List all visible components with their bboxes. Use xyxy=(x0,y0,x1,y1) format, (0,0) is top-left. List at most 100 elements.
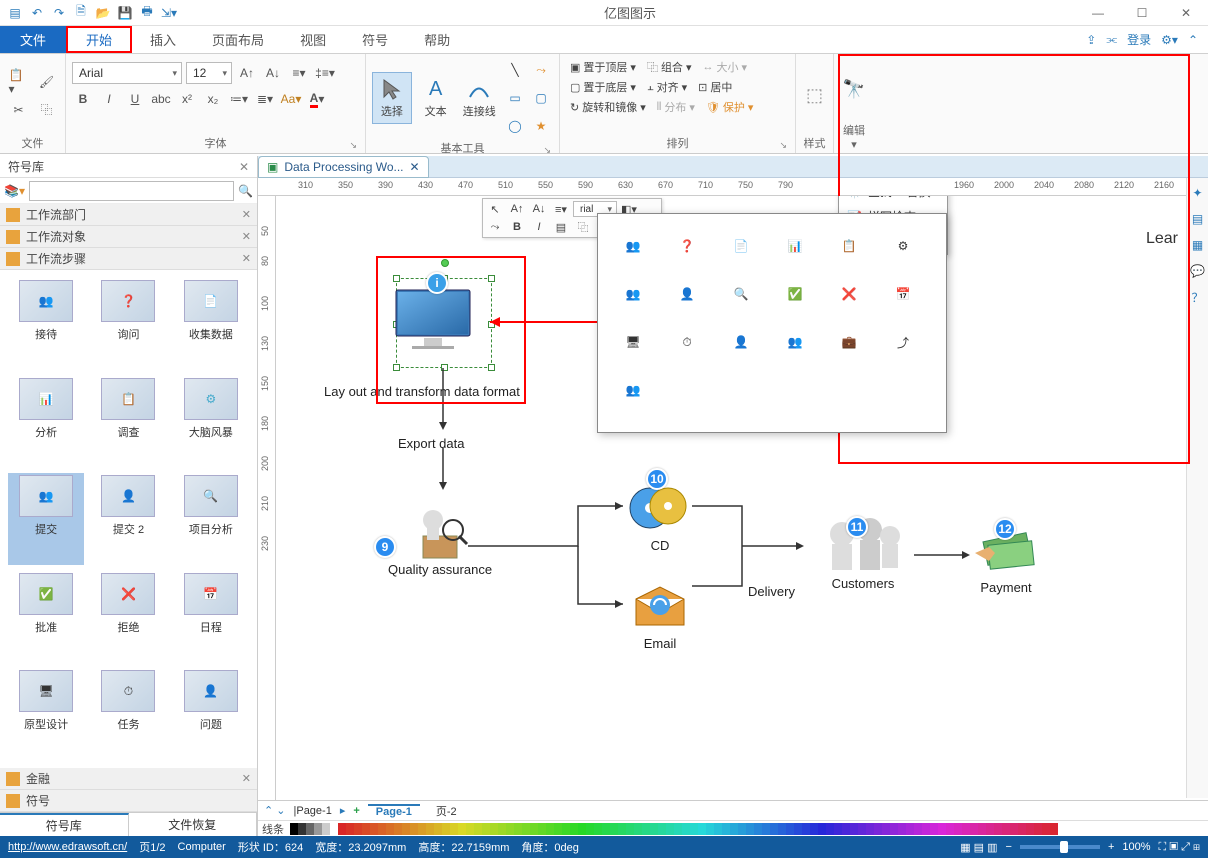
color-swatch[interactable] xyxy=(354,823,362,835)
color-swatch[interactable] xyxy=(370,823,378,835)
flyout-shape[interactable]: ⏱ xyxy=(660,318,714,366)
color-swatch[interactable] xyxy=(322,823,330,835)
rotate-button[interactable]: ↻ 旋转和镜像▾ xyxy=(566,98,650,116)
node-layout[interactable]: i xyxy=(388,282,478,352)
color-swatch[interactable] xyxy=(458,823,466,835)
flyout-shape[interactable]: 📋 xyxy=(822,222,876,270)
doc-tab-close-icon[interactable]: ✕ xyxy=(410,160,420,174)
protect-button[interactable]: 🛡 保护▾ xyxy=(702,98,758,116)
color-swatch[interactable] xyxy=(650,823,658,835)
print-icon[interactable]: 🖶 xyxy=(138,4,156,22)
color-swatch[interactable] xyxy=(962,823,970,835)
flyout-shape[interactable]: ⚙ xyxy=(876,222,930,270)
collapse-ribbon-icon[interactable]: ⌃ xyxy=(1188,33,1198,47)
color-swatch[interactable] xyxy=(626,823,634,835)
color-swatch[interactable] xyxy=(434,823,442,835)
doc-tab-active[interactable]: ▣ Data Processing Wo... ✕ xyxy=(258,156,429,178)
color-swatch[interactable] xyxy=(498,823,506,835)
color-swatch[interactable] xyxy=(378,823,386,835)
text-tool[interactable]: A 文本 xyxy=(416,74,456,123)
color-swatch[interactable] xyxy=(818,823,826,835)
color-swatch[interactable] xyxy=(426,823,434,835)
undo-icon[interactable]: ↶ xyxy=(28,4,46,22)
shrink-font-icon[interactable]: A↓ xyxy=(262,62,284,84)
ellipse-shape-icon[interactable]: ◯ xyxy=(503,114,527,138)
sidebar-tab-library[interactable]: 符号库 xyxy=(0,813,129,836)
subscript-icon[interactable]: x₂ xyxy=(202,88,224,110)
color-swatch[interactable] xyxy=(770,823,778,835)
flyout-shape[interactable]: 👥 xyxy=(606,270,660,318)
flyout-shape[interactable]: 🖥 xyxy=(606,318,660,366)
color-swatch[interactable] xyxy=(570,823,578,835)
share2-icon[interactable]: ⫘ xyxy=(1106,32,1117,47)
export-icon[interactable]: ⇲▾ xyxy=(160,4,178,22)
bold-icon[interactable]: B xyxy=(72,88,94,110)
color-swatch[interactable] xyxy=(482,823,490,835)
rotate-handle-icon[interactable] xyxy=(441,259,449,267)
canvas[interactable]: 5080100130150180200210230 ↖ A↑ A↓ ≡▾ ria… xyxy=(258,196,1208,800)
color-swatch[interactable] xyxy=(1042,823,1050,835)
mini-bold-icon[interactable]: B xyxy=(507,219,527,235)
shape-schedule[interactable]: 📅日程 xyxy=(173,571,249,663)
color-swatch[interactable] xyxy=(922,823,930,835)
format-painter-icon[interactable]: 🖌 xyxy=(36,71,58,93)
sidebar-close-icon[interactable]: ✕ xyxy=(239,160,249,174)
color-swatch[interactable] xyxy=(890,823,898,835)
color-swatch[interactable] xyxy=(994,823,1002,835)
sidebar-cat-symbol[interactable]: 符号 xyxy=(0,790,257,812)
color-swatch[interactable] xyxy=(1034,823,1042,835)
page-nav[interactable]: ⌃ ⌄ xyxy=(264,804,286,817)
color-swatch[interactable] xyxy=(394,823,402,835)
color-swatch[interactable] xyxy=(698,823,706,835)
color-swatch[interactable] xyxy=(762,823,770,835)
color-swatch[interactable] xyxy=(530,823,538,835)
sidebar-cat-finance[interactable]: 金融✕ xyxy=(0,768,257,790)
highlight-icon[interactable]: Aa▾ xyxy=(280,88,302,110)
minimize-button[interactable]: — xyxy=(1076,0,1120,26)
login-link[interactable]: 登录 xyxy=(1127,31,1151,48)
tab-start[interactable]: 开始 xyxy=(66,26,132,53)
shape-submit2[interactable]: 👤提交 2 xyxy=(90,473,166,565)
shape-ask[interactable]: ❓询问 xyxy=(90,278,166,370)
tab-view[interactable]: 视图 xyxy=(282,26,344,53)
file-menu[interactable]: 文件 xyxy=(0,26,66,53)
fit-icon[interactable]: ⛶ ▣ ⤢ ⊞ xyxy=(1159,841,1200,854)
mini-grow-icon[interactable]: A↑ xyxy=(507,201,527,217)
italic-icon[interactable]: I xyxy=(98,88,120,110)
font-launcher-icon[interactable]: ↘ xyxy=(349,140,357,151)
sidebar-cat-dept[interactable]: 工作流部门✕ xyxy=(0,204,257,226)
connector-tool[interactable]: 连接线 xyxy=(459,73,499,123)
color-swatch[interactable] xyxy=(466,823,474,835)
color-swatch[interactable] xyxy=(842,823,850,835)
color-swatch[interactable] xyxy=(1002,823,1010,835)
flyout-shape[interactable]: 👥 xyxy=(768,318,822,366)
color-swatch[interactable] xyxy=(642,823,650,835)
tab-layout[interactable]: 页面布局 xyxy=(194,26,282,53)
mini-copy-icon[interactable]: ⿻ xyxy=(573,219,593,235)
shape-approve[interactable]: ✅批准 xyxy=(8,571,84,663)
color-swatch[interactable] xyxy=(1018,823,1026,835)
view-mode-icon[interactable]: ▦ ▤ ▥ xyxy=(960,841,997,854)
shape-survey[interactable]: 📋调查 xyxy=(90,376,166,468)
new-icon[interactable]: 🗎 xyxy=(72,4,90,22)
curve-shape-icon[interactable]: ⤳ xyxy=(529,58,553,82)
node-payment[interactable]: 12 Payment xyxy=(974,524,1038,595)
color-swatch[interactable] xyxy=(506,823,514,835)
binoculars-icon[interactable]: 🔭 xyxy=(843,79,865,100)
align-dropdown-icon[interactable]: ≡▾ xyxy=(288,62,310,84)
color-swatch[interactable] xyxy=(362,823,370,835)
shape-brainstorm[interactable]: ⚙大脑风暴 xyxy=(173,376,249,468)
color-swatch[interactable] xyxy=(778,823,786,835)
color-swatch[interactable] xyxy=(738,823,746,835)
group-button[interactable]: ⿻ 组合▾ xyxy=(643,58,696,76)
search-input[interactable] xyxy=(29,181,234,201)
color-swatch[interactable] xyxy=(930,823,938,835)
color-swatch[interactable] xyxy=(690,823,698,835)
flyout-shape[interactable]: ❌ xyxy=(822,270,876,318)
tab-symbol[interactable]: 符号 xyxy=(344,26,406,53)
color-swatch[interactable] xyxy=(290,823,298,835)
shape-analyze[interactable]: 📊分析 xyxy=(8,376,84,468)
roundrect-shape-icon[interactable]: ▢ xyxy=(529,86,553,110)
color-swatch[interactable] xyxy=(874,823,882,835)
color-swatch[interactable] xyxy=(418,823,426,835)
